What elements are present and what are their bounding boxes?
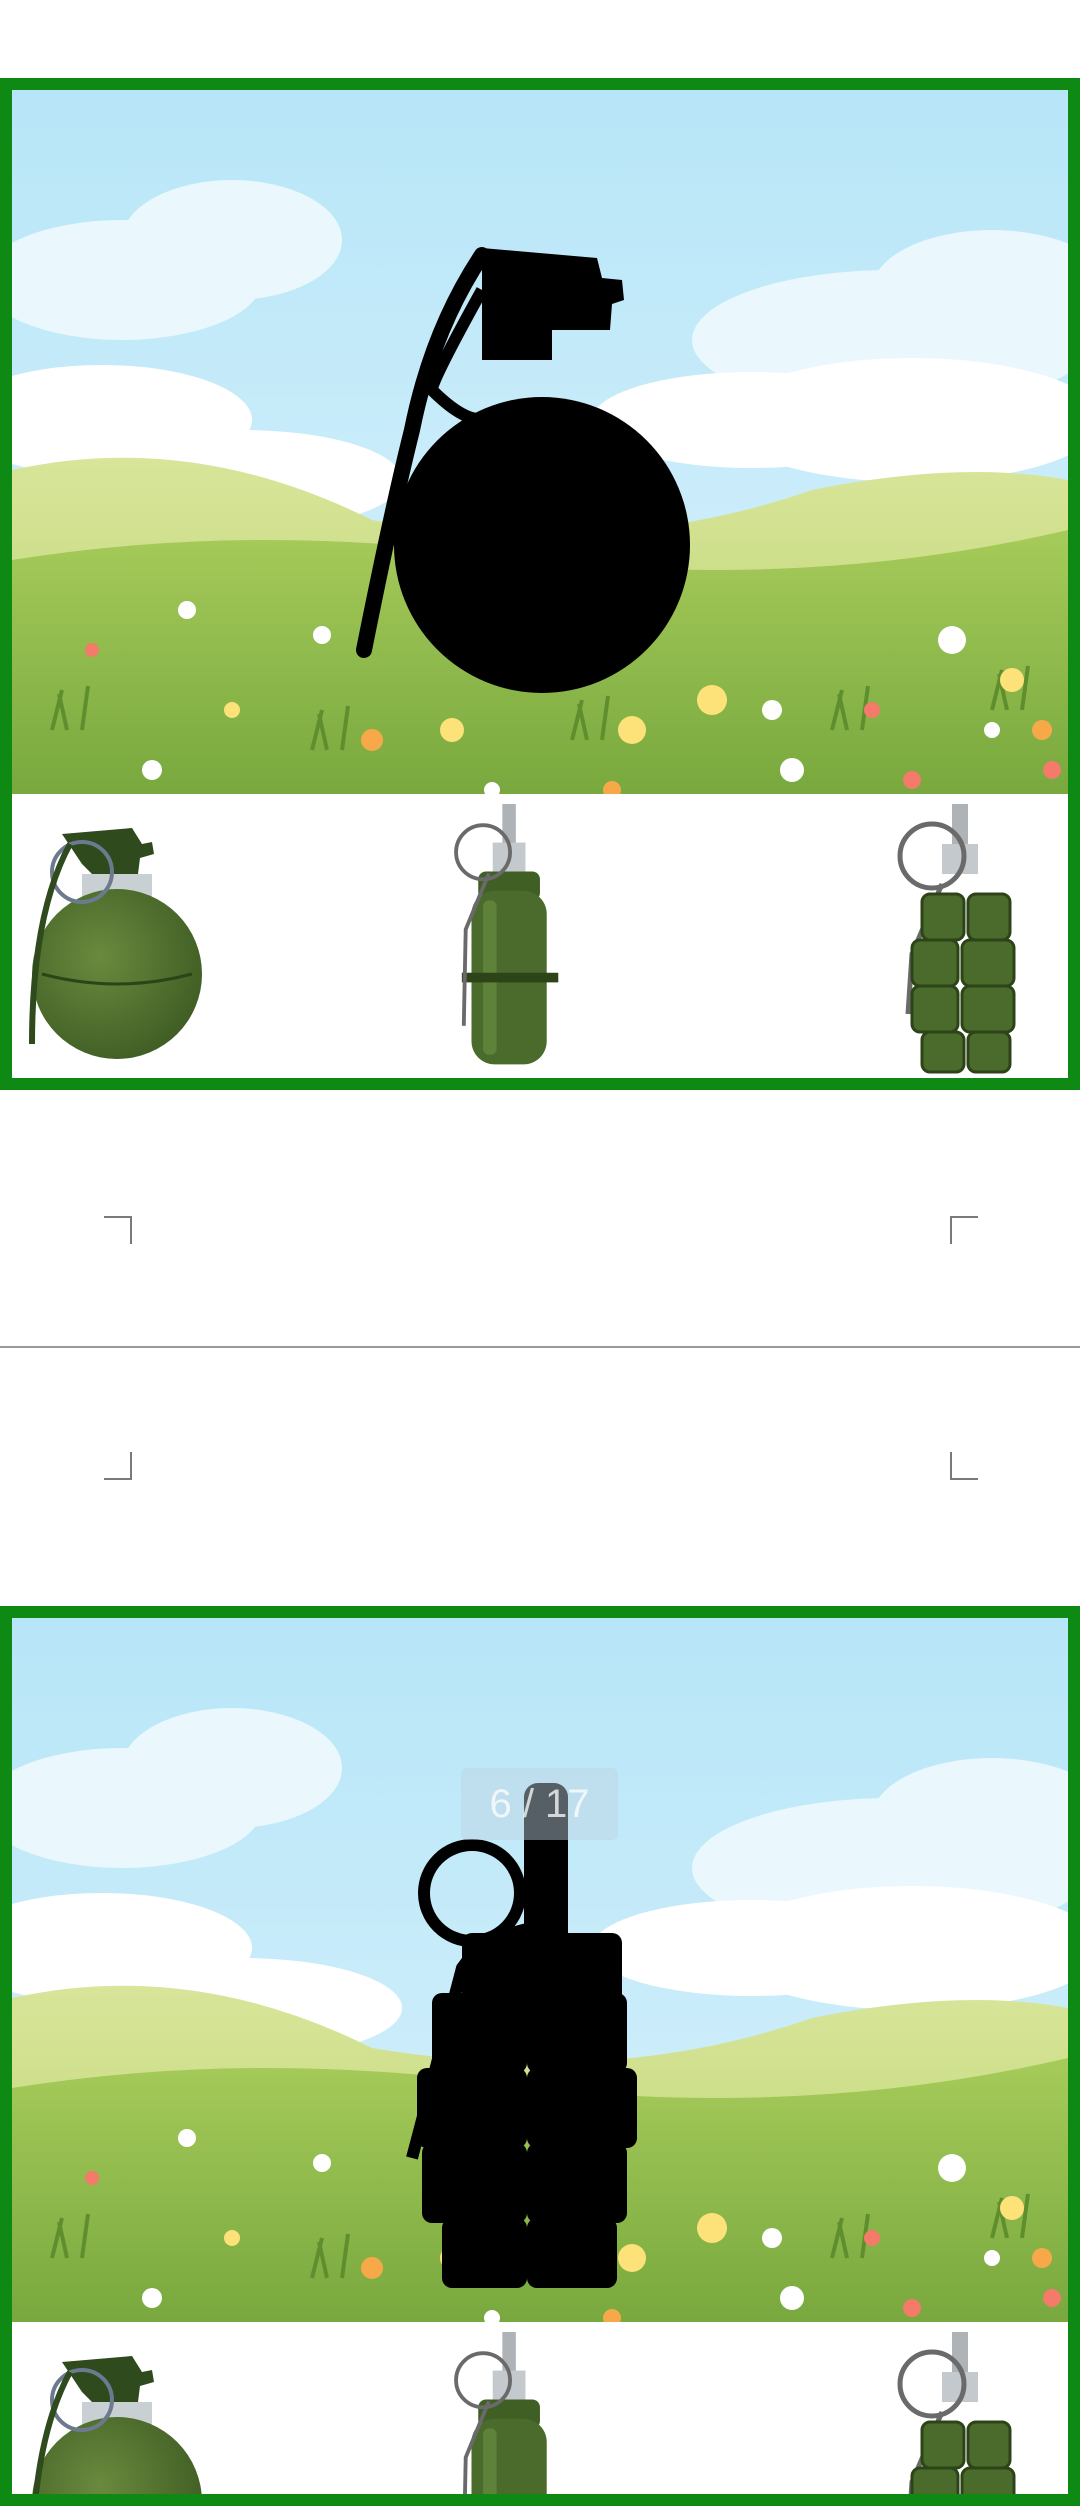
option-frag-grenade[interactable] (882, 804, 1042, 1074)
page-divider (0, 1346, 1080, 1348)
option-round-grenade[interactable] (22, 2332, 222, 2506)
crop-mark (950, 1452, 978, 1480)
meadow-scene (12, 90, 1068, 794)
crop-mark (104, 1216, 132, 1244)
page-counter: 6 / 17 (461, 1768, 618, 1840)
option-pineapple-stick-grenade[interactable] (442, 2332, 582, 2506)
option-round-grenade[interactable] (22, 804, 222, 1074)
crop-mark (104, 1452, 132, 1480)
option-pineapple-stick-grenade[interactable] (442, 804, 582, 1074)
puzzle-page-1 (0, 78, 1080, 1090)
answer-options (12, 2322, 1068, 2506)
meadow-scene (12, 1618, 1068, 2322)
puzzle-page-2 (0, 1606, 1080, 2506)
answer-options (12, 794, 1068, 1078)
crop-mark (950, 1216, 978, 1244)
option-frag-grenade[interactable] (882, 2332, 1042, 2506)
